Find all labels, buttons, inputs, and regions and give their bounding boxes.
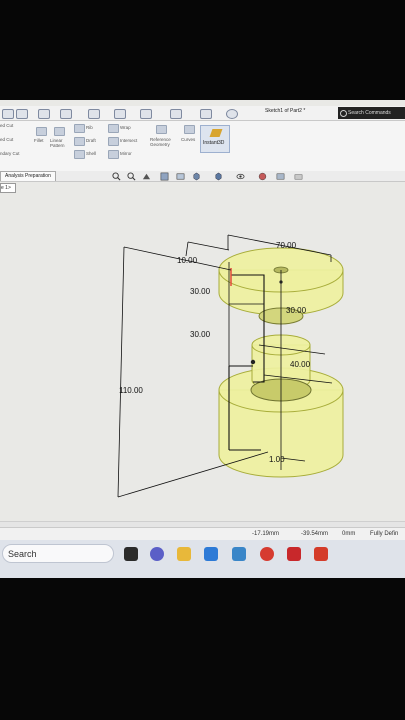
features-ribbon: ed Cut ed Cut ndary Cut Fillet Linear Pa…	[0, 121, 405, 172]
monitor-bezel-top	[0, 0, 405, 100]
dim-diameter-70[interactable]: 70.00	[276, 241, 297, 250]
open-icon[interactable]	[16, 109, 28, 119]
rib-label[interactable]: Rib	[86, 125, 93, 130]
draft-label[interactable]: Draft	[86, 138, 96, 143]
task-view-icon[interactable]	[124, 547, 138, 561]
display-style-icon[interactable]	[214, 172, 223, 181]
monitor-bezel-bottom	[0, 578, 405, 720]
solidworks-app-icon[interactable]	[287, 547, 301, 561]
wrap-label[interactable]: Wrap	[120, 125, 131, 130]
chrome-icon[interactable]	[260, 547, 274, 561]
file-explorer-icon[interactable]	[177, 547, 191, 561]
mirror-icon[interactable]	[108, 150, 119, 159]
command-manager-tabs: Analysis Preparation	[0, 171, 405, 182]
undo-icon[interactable]	[88, 109, 100, 119]
instant3d-label: Instant3D	[203, 140, 225, 146]
instant3d-button[interactable]: Instant3D	[200, 125, 230, 153]
select-icon[interactable]	[140, 109, 152, 119]
reference-geometry-icon[interactable]	[156, 125, 167, 134]
hide-show-items-icon[interactable]	[236, 172, 245, 181]
mirror-label[interactable]: Mirror	[120, 151, 132, 156]
taskbar-search-label: Search	[8, 549, 37, 559]
origin-point	[279, 280, 283, 284]
dim-diameter-40[interactable]: 40.00	[290, 360, 311, 369]
previous-view-icon[interactable]	[142, 172, 151, 181]
curves-icon[interactable]	[184, 125, 195, 134]
rib-icon[interactable]	[74, 124, 85, 133]
draft-icon[interactable]	[74, 137, 85, 146]
document-title: Sketch1 of Part2 *	[265, 108, 306, 114]
zoom-to-fit-icon[interactable]	[112, 172, 121, 181]
edit-appearance-icon[interactable]	[258, 172, 267, 181]
search-commands-box[interactable]: Search Commands	[338, 107, 405, 119]
status-x-coordinate: -17.19mm	[252, 531, 280, 537]
calculator-app-icon[interactable]	[204, 547, 218, 561]
reference-geometry-label[interactable]: Reference Geometry	[150, 137, 180, 147]
ribbon-item-swept-cut[interactable]: ed Cut	[0, 123, 13, 128]
view-settings-icon[interactable]	[294, 172, 303, 181]
status-bar: -17.19mm -39.54mm 0mm Fully Defin	[0, 527, 405, 540]
new-icon[interactable]	[2, 109, 14, 119]
shell-label[interactable]: Shell	[86, 151, 96, 156]
rebuild-icon[interactable]	[170, 109, 182, 119]
search-icon	[340, 110, 347, 117]
windows-taskbar: Search	[0, 540, 405, 578]
options-gear-icon[interactable]	[226, 109, 238, 119]
ribbon-item-lofted-cut[interactable]: ed Cut	[0, 137, 13, 142]
zoom-to-area-icon[interactable]	[127, 172, 136, 181]
shell-icon[interactable]	[74, 150, 85, 159]
status-z-coordinate: 0mm	[342, 531, 356, 537]
fillet-icon[interactable]	[36, 127, 47, 136]
tab-analysis-preparation[interactable]: Analysis Preparation	[0, 171, 56, 181]
print-icon[interactable]	[60, 109, 72, 119]
intersect-label[interactable]: Intersect	[120, 138, 137, 143]
dim-one[interactable]: 1.00	[269, 455, 285, 464]
store-icon[interactable]	[232, 547, 246, 561]
apply-scene-icon[interactable]	[276, 172, 285, 181]
sketch-point[interactable]	[250, 359, 256, 365]
intersect-icon[interactable]	[108, 137, 119, 146]
search-commands-label: Search Commands	[348, 110, 391, 116]
instant3d-icon	[209, 129, 223, 137]
ribbon-item-boundary-cut[interactable]: ndary Cut	[0, 151, 20, 156]
linear-pattern-icon[interactable]	[54, 127, 65, 136]
dim-segment-30-a[interactable]: 30.00	[190, 287, 211, 296]
dim-height-110[interactable]: 110.00	[119, 386, 143, 395]
dim-segment-30-b[interactable]: 30.00	[190, 330, 211, 339]
teams-chat-icon[interactable]	[150, 547, 164, 561]
vpn-app-icon[interactable]	[314, 547, 328, 561]
wrap-icon[interactable]	[108, 124, 119, 133]
fillet-label[interactable]: Fillet	[34, 138, 44, 143]
dynamic-annotation-icon[interactable]	[176, 172, 185, 181]
file-properties-icon[interactable]	[200, 109, 212, 119]
dim-offset-10[interactable]: 10.00	[177, 256, 198, 265]
status-sketch-state: Fully Defin	[370, 531, 399, 537]
dim-diameter-30[interactable]: 30.00	[286, 306, 307, 315]
graphics-area[interactable]: 110.00 10.00 30.00 30.00 70.00 30.00 40.…	[14, 190, 405, 520]
view-orientation-icon[interactable]	[192, 172, 201, 181]
save-icon[interactable]	[38, 109, 50, 119]
solidworks-window: Sketch1 of Part2 * Search Commands ed Cu…	[0, 100, 405, 578]
curves-label[interactable]: Curves	[181, 137, 195, 142]
linear-pattern-label[interactable]: Linear Pattern	[50, 138, 72, 148]
taskbar-search-box[interactable]: Search	[2, 544, 114, 563]
status-y-coordinate: -39.54mm	[301, 531, 329, 537]
title-bar: Sketch1 of Part2 * Search Commands	[0, 106, 405, 121]
redo-icon[interactable]	[114, 109, 126, 119]
section-view-icon[interactable]	[160, 172, 169, 181]
